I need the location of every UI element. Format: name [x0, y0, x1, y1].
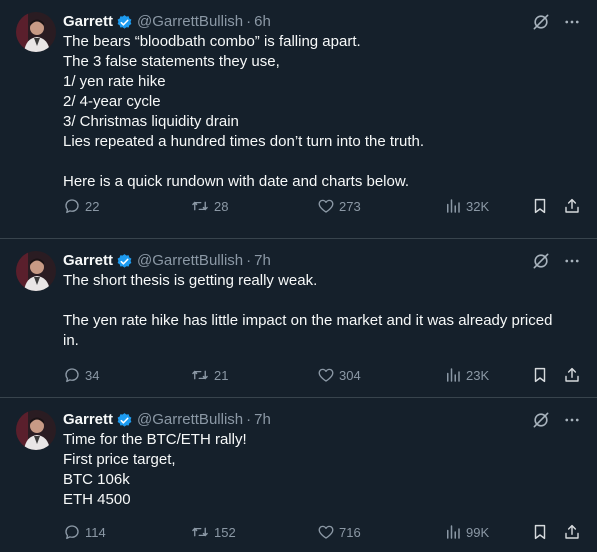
- share-icon[interactable]: [563, 523, 581, 541]
- like-count: 304: [339, 367, 361, 383]
- retweet-icon: [190, 366, 210, 384]
- timestamp[interactable]: 6h: [254, 12, 271, 32]
- avatar[interactable]: [16, 251, 56, 291]
- author-handle[interactable]: @GarrettBullish: [137, 251, 243, 271]
- like-count: 716: [339, 524, 361, 540]
- more-icon[interactable]: [563, 411, 581, 429]
- tweet-header: Garrett @GarrettBullish · 6h: [63, 12, 581, 32]
- verified-badge-icon: [116, 412, 133, 429]
- reply-button[interactable]: 34: [63, 366, 173, 384]
- verified-badge-icon: [116, 253, 133, 270]
- author-name[interactable]: Garrett: [63, 251, 113, 271]
- views-count: 99K: [466, 524, 490, 540]
- avatar[interactable]: [16, 410, 56, 450]
- bookmark-icon[interactable]: [531, 523, 549, 541]
- heart-icon: [317, 523, 335, 541]
- avatar[interactable]: [16, 12, 56, 52]
- reply-count: 22: [85, 198, 100, 214]
- separator-dot: ·: [246, 13, 252, 30]
- reply-count: 34: [85, 367, 100, 383]
- reply-icon: [63, 523, 81, 541]
- tweet-text: The short thesis is getting really weak.…: [63, 272, 553, 349]
- reply-icon: [63, 366, 81, 384]
- views-icon: [444, 197, 462, 215]
- tweet-actions: 114 152 716 99K: [63, 522, 581, 542]
- tweet-top-actions: [531, 410, 581, 430]
- timestamp[interactable]: 7h: [254, 251, 271, 271]
- bookmark-icon[interactable]: [531, 366, 549, 384]
- tweet-secondary-actions: [531, 523, 581, 541]
- like-button[interactable]: 716: [317, 523, 427, 541]
- author-handle[interactable]: @GarrettBullish: [137, 410, 243, 430]
- verified-badge-icon: [116, 14, 133, 31]
- views-count: 32K: [466, 198, 490, 214]
- views-count: 23K: [466, 367, 490, 383]
- author-name[interactable]: Garrett: [63, 12, 113, 32]
- tweet-text: Time for the BTC/ETH rally! First price …: [63, 431, 247, 508]
- views-icon: [444, 523, 462, 541]
- tweet-secondary-actions: [531, 197, 581, 215]
- like-count: 273: [339, 198, 361, 214]
- more-icon[interactable]: [563, 252, 581, 270]
- author-handle[interactable]: @GarrettBullish: [137, 12, 243, 32]
- grok-icon[interactable]: [531, 410, 551, 430]
- tweet-top-actions: [531, 251, 581, 271]
- tweet[interactable]: Garrett @GarrettBullish · 7h Time for th…: [0, 398, 597, 552]
- retweet-button[interactable]: 152: [190, 523, 300, 541]
- views-button[interactable]: 99K: [444, 523, 514, 541]
- retweet-button[interactable]: 21: [190, 366, 300, 384]
- views-icon: [444, 366, 462, 384]
- heart-icon: [317, 366, 335, 384]
- tweet-secondary-actions: [531, 366, 581, 384]
- like-button[interactable]: 273: [317, 197, 427, 215]
- separator-dot: ·: [246, 252, 252, 269]
- tweet-actions: 34 21 304 23K: [63, 365, 581, 385]
- retweet-count: 21: [214, 367, 229, 383]
- retweet-button[interactable]: 28: [190, 197, 300, 215]
- separator-dot: ·: [246, 411, 252, 428]
- grok-icon[interactable]: [531, 251, 551, 271]
- retweet-count: 152: [214, 524, 236, 540]
- retweet-count: 28: [214, 198, 229, 214]
- tweet-actions: 22 28 273 32K: [63, 196, 581, 216]
- bookmark-icon[interactable]: [531, 197, 549, 215]
- timestamp[interactable]: 7h: [254, 410, 271, 430]
- share-icon[interactable]: [563, 197, 581, 215]
- grok-icon[interactable]: [531, 12, 551, 32]
- reply-button[interactable]: 114: [63, 523, 173, 541]
- author-name[interactable]: Garrett: [63, 410, 113, 430]
- tweet[interactable]: Garrett @GarrettBullish · 7h The short t…: [0, 239, 597, 398]
- retweet-icon: [190, 197, 210, 215]
- share-icon[interactable]: [563, 366, 581, 384]
- more-icon[interactable]: [563, 13, 581, 31]
- retweet-icon: [190, 523, 210, 541]
- tweet-header: Garrett @GarrettBullish · 7h: [63, 251, 581, 271]
- tweet-header: Garrett @GarrettBullish · 7h: [63, 410, 581, 430]
- reply-button[interactable]: 22: [63, 197, 173, 215]
- like-button[interactable]: 304: [317, 366, 427, 384]
- tweet-text: The bears “bloodbath combo” is falling a…: [63, 33, 425, 190]
- tweet-top-actions: [531, 12, 581, 32]
- reply-icon: [63, 197, 81, 215]
- reply-count: 114: [85, 524, 106, 540]
- heart-icon: [317, 197, 335, 215]
- views-button[interactable]: 23K: [444, 366, 514, 384]
- views-button[interactable]: 32K: [444, 197, 514, 215]
- tweet[interactable]: Garrett @GarrettBullish · 6h The bears “…: [0, 0, 597, 239]
